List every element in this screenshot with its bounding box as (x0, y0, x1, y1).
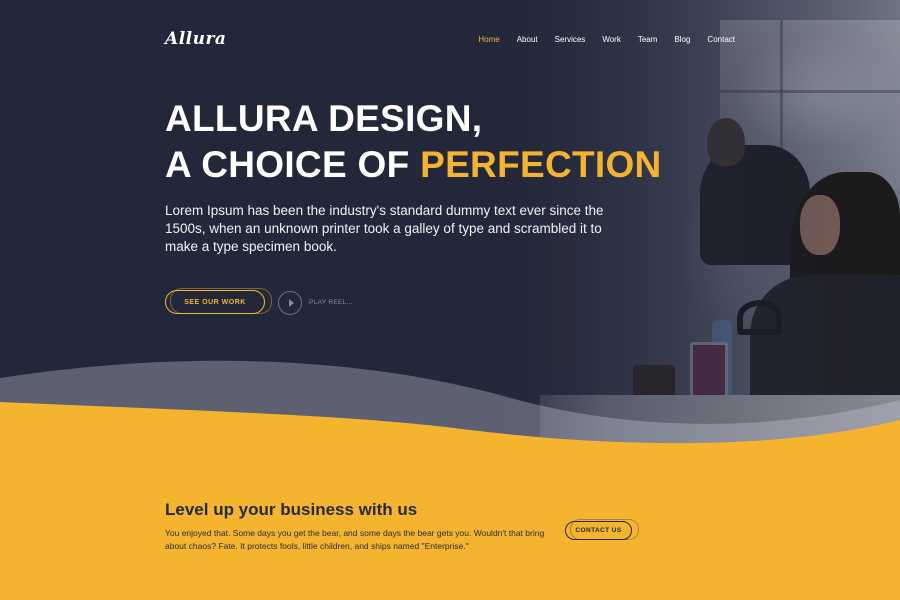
nav-item-blog[interactable]: Blog (674, 35, 690, 44)
play-reel-label[interactable]: PLAY REEL... (309, 299, 353, 306)
headline-line-1: ALLURA DESIGN, (165, 98, 483, 139)
main-nav: Home About Services Work Team Blog Conta… (478, 35, 735, 44)
hero-headline: ALLURA DESIGN, A CHOICE OF PERFECTION (165, 96, 662, 188)
nav-item-team[interactable]: Team (638, 35, 658, 44)
cta-title: Level up your business with us (165, 500, 418, 519)
nav-item-home[interactable]: Home (478, 35, 499, 44)
nav-item-contact[interactable]: Contact (707, 35, 735, 44)
play-reel-button[interactable] (278, 291, 302, 315)
brand-logo[interactable]: Allura (165, 29, 226, 49)
nav-item-work[interactable]: Work (602, 35, 621, 44)
cta-text: You enjoyed that. Some days you get the … (165, 528, 545, 551)
headline-accent: PERFECTION (420, 144, 662, 185)
nav-item-services[interactable]: Services (555, 35, 586, 44)
hero-lead-text: Lorem Ipsum has been the industry's stan… (165, 203, 604, 254)
wave-divider (0, 360, 900, 460)
contact-us-button[interactable]: CONTACT US (565, 519, 639, 540)
see-our-work-button[interactable]: SEE OUR WORK (165, 288, 272, 314)
play-icon (288, 299, 294, 307)
nav-item-about[interactable]: About (517, 35, 538, 44)
headline-line-2-prefix: A CHOICE OF (165, 144, 410, 185)
